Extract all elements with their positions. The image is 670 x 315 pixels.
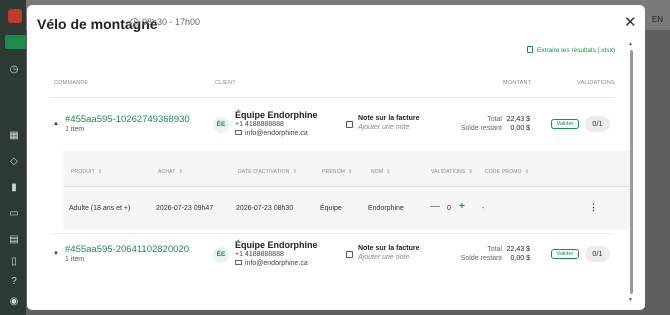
scrollbar-thumb[interactable]	[630, 50, 633, 294]
chevron-up-icon[interactable]: ▲	[53, 121, 59, 127]
note-checkbox-icon[interactable]	[346, 121, 353, 128]
sort-icon: ⇕	[292, 169, 297, 175]
sort-icon: ⇕	[178, 169, 183, 175]
ticket-icon[interactable]: ▤	[8, 234, 20, 246]
detail-header-produit[interactable]: PRODUIT ⇕	[71, 169, 102, 175]
detail-cell-code-promo: -	[482, 205, 485, 212]
detail-cell-activation: 2026-07-23 08h30	[236, 205, 294, 212]
col-header-validations: VALIDATIONS	[577, 80, 615, 86]
detail-header-prenom[interactable]: PRÉNOM ⇕	[322, 169, 353, 175]
total-value: 22,43 $	[506, 116, 530, 123]
client-email: info@endorphine.ca	[235, 130, 308, 137]
orders-modal: Vélo de montagne 08h30 - 17h00 ✕ Extrair…	[27, 5, 645, 310]
validation-stepper-value: 0	[447, 205, 451, 212]
mail-icon	[235, 130, 242, 135]
tag-icon[interactable]: ◇	[8, 156, 20, 168]
mail-icon	[235, 260, 242, 265]
spreadsheet-icon	[527, 46, 533, 53]
more-options-icon[interactable]: ⋮	[589, 203, 598, 212]
order-id-link[interactable]: #455aa595-20641102820020	[65, 244, 189, 255]
sort-icon: ⇕	[348, 169, 353, 175]
detail-header-achat[interactable]: ACHAT ⇕	[158, 169, 183, 175]
detail-header-nom[interactable]: NOM ⇕	[371, 169, 391, 175]
app-logo	[8, 9, 22, 23]
chevron-down-icon[interactable]: ▼	[53, 251, 59, 257]
client-avatar: ÉE	[213, 117, 229, 133]
calendar-icon[interactable]: ▦	[8, 130, 20, 142]
detail-header-divider	[63, 186, 633, 187]
note-checkbox-icon[interactable]	[346, 251, 353, 258]
balance-value: 0,00 $	[510, 125, 530, 132]
export-label: Extraire les résultats (.xlsx)	[537, 47, 616, 54]
col-header-commande: COMMANDE	[54, 80, 89, 86]
col-header-client: CLIENT	[215, 80, 236, 86]
detail-header-validations[interactable]: VALIDATIONS ⇕	[431, 169, 473, 175]
header-divider	[51, 97, 613, 98]
client-phone: +1 4188888888	[235, 121, 284, 128]
validation-minus-button[interactable]: —	[430, 202, 440, 212]
order-item-count: 1 item	[65, 256, 85, 263]
sort-icon: ⇕	[97, 169, 103, 175]
export-results-link[interactable]: Extraire les résultats (.xlsx)	[527, 46, 615, 54]
detail-header-code-promo[interactable]: CODE PROMO ⇕	[485, 169, 529, 175]
modal-time: 08h30 - 17h00	[142, 17, 201, 27]
sort-icon: ⇕	[524, 169, 530, 175]
client-avatar: ÉE	[213, 247, 229, 263]
sidebar-active-item[interactable]	[5, 35, 26, 49]
detail-header-activation[interactable]: DATE D'ACTIVATION ⇕	[238, 169, 297, 175]
validation-plus-button[interactable]: +	[459, 202, 465, 212]
book-icon[interactable]: ▯	[8, 256, 20, 268]
sort-icon: ⇕	[386, 169, 391, 175]
client-phone: +1 4188888888	[235, 251, 284, 258]
app-sidebar: ◷ ▦ ◇ ▮ ▭ ▤ ▯ ? ◉	[0, 0, 26, 315]
client-email-text: info@endorphine.ca	[245, 130, 308, 137]
modal-title: Vélo de montagne	[37, 16, 158, 32]
validation-count: 0/1	[585, 116, 610, 132]
sort-icon: ⇕	[468, 169, 473, 175]
language-switch[interactable]: EN	[652, 15, 663, 24]
chart-icon[interactable]: ▮	[8, 182, 20, 194]
scroll-up-arrow-icon[interactable]: ▲	[628, 41, 633, 47]
total-value: 22,43 $	[506, 246, 530, 253]
col-header-montant: MONTANT	[503, 80, 532, 86]
order-item-count: 1 item	[65, 126, 85, 133]
order-detail-table: PRODUIT ⇕ ACHAT ⇕ DATE D'ACTIVATION ⇕ PRÉNO…	[63, 151, 633, 230]
add-note-link[interactable]: Ajouter une note	[358, 124, 409, 131]
note-title: Note sur la facture	[358, 115, 420, 122]
validate-button[interactable]: Valider	[551, 119, 579, 129]
help-icon[interactable]: ?	[8, 276, 20, 288]
scroll-down-arrow-icon[interactable]: ▼	[628, 297, 633, 303]
clock-icon	[130, 18, 139, 27]
detail-cell-produit: Adulte (18 ans et +)	[69, 205, 131, 212]
detail-cell-achat: 2026-07-23 09h47	[156, 205, 214, 212]
balance-value: 0,00 $	[510, 255, 530, 262]
validate-button[interactable]: Valider	[551, 249, 579, 259]
eye-icon[interactable]: ◉	[8, 296, 20, 308]
add-note-link[interactable]: Ajouter une note	[358, 254, 409, 261]
detail-cell-prenom: Équipe	[320, 205, 342, 212]
client-email: info@endorphine.ca	[235, 260, 308, 267]
client-email-text: info@endorphine.ca	[245, 260, 308, 267]
dashboard-icon[interactable]: ◷	[8, 64, 20, 76]
client-name: Équipe Endorphine	[235, 110, 318, 120]
card-icon[interactable]: ▭	[8, 208, 20, 220]
note-title: Note sur la facture	[358, 245, 420, 252]
validation-count: 0/1	[585, 246, 610, 262]
client-name: Équipe Endorphine	[235, 240, 318, 250]
detail-cell-nom: Endorphine	[368, 205, 404, 212]
row-divider	[51, 233, 613, 234]
order-id-link[interactable]: #455aa595-10262749368930	[65, 114, 190, 125]
close-button[interactable]: ✕	[624, 15, 637, 30]
